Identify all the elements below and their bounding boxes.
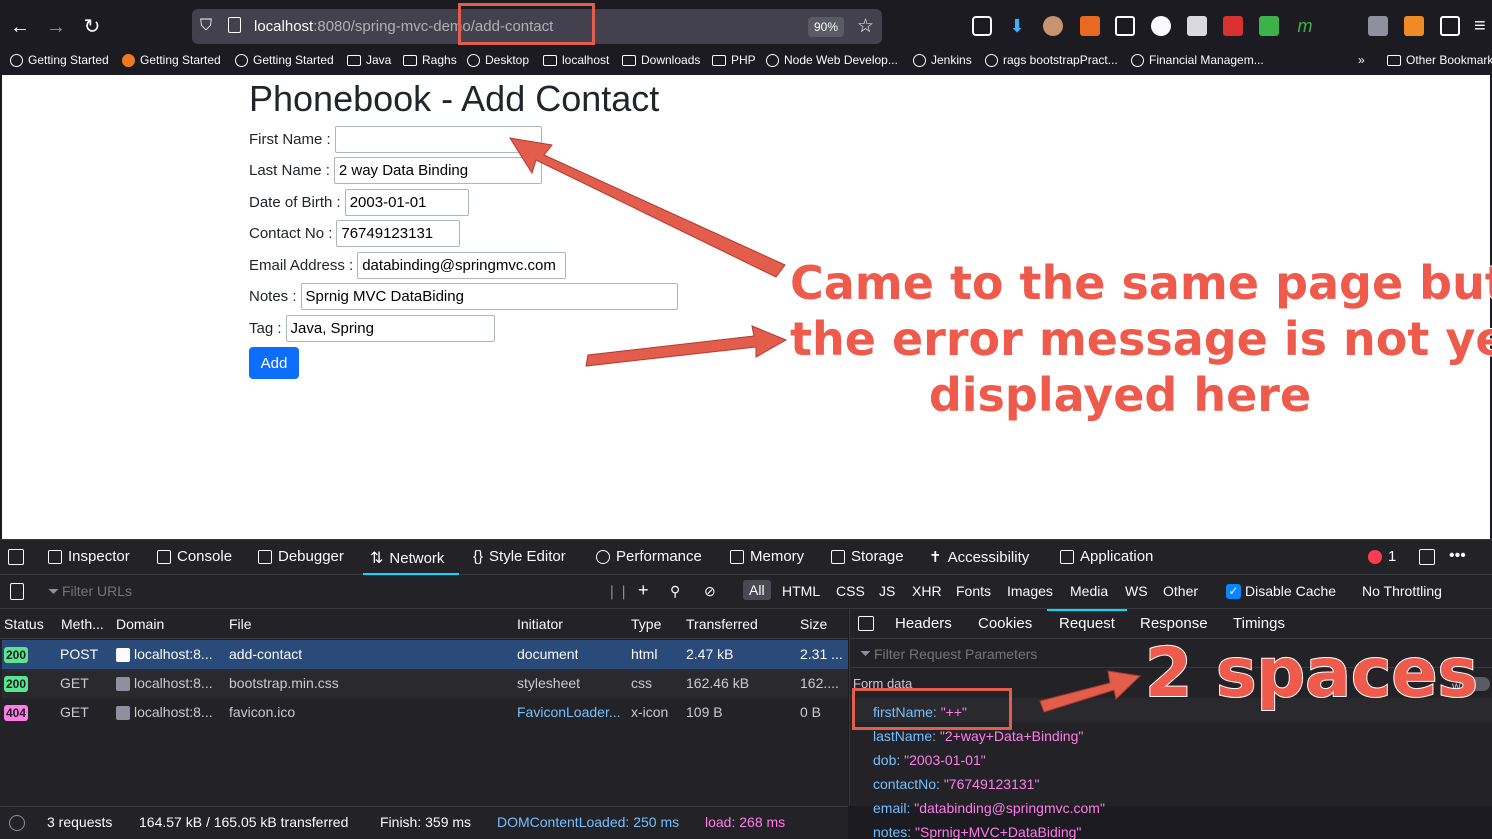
annotation-line: displayed here xyxy=(928,367,1312,423)
arrow-to-first-name-param xyxy=(1039,670,1142,713)
annotation-line: Came to the same page but xyxy=(789,255,1492,311)
arrow-to-form xyxy=(585,325,788,367)
annotation-line: the error message is not yet xyxy=(789,311,1492,367)
annotation-main: Came to the same page but the error mess… xyxy=(789,255,1492,423)
arrow-to-first-name xyxy=(508,137,786,278)
annotation-spaces: 2 spaces xyxy=(1144,634,1479,713)
form-data-highlight-box xyxy=(852,688,1012,730)
